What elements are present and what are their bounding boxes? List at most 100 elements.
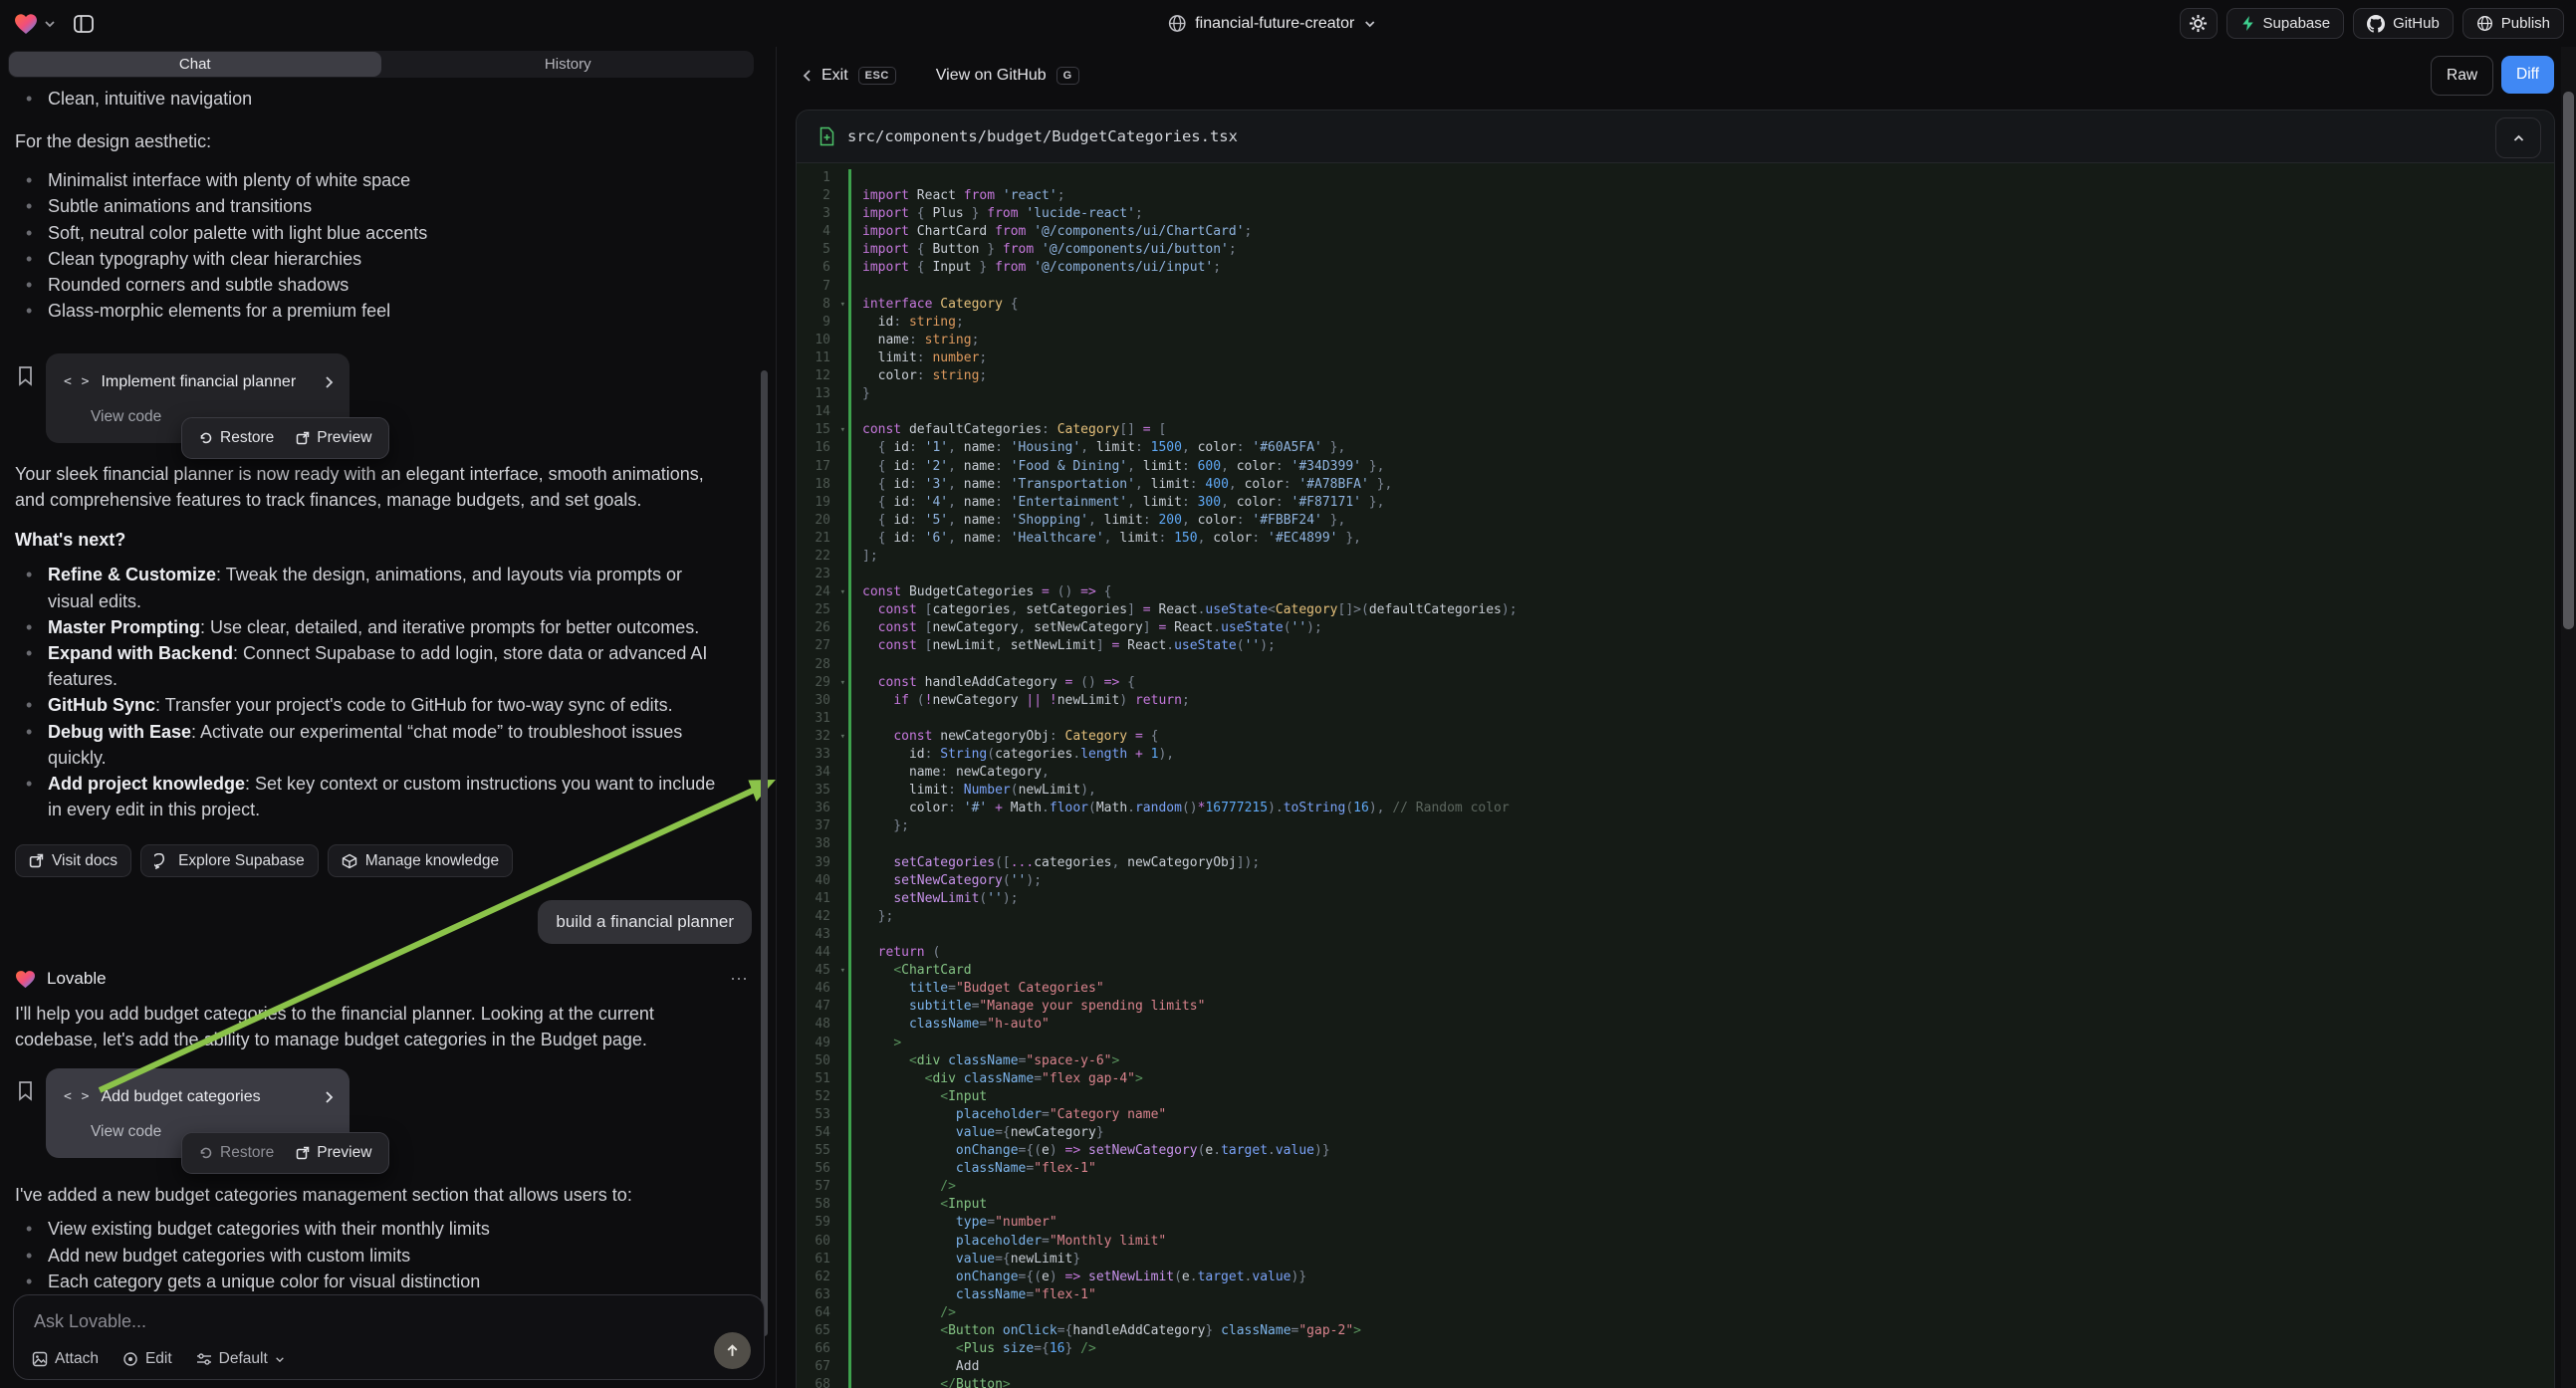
list-item: Refine & Customize: Tweak the design, an… — [15, 562, 724, 613]
restore-preview-popover: Restore Preview — [181, 417, 389, 459]
diff-toggle-button[interactable]: Diff — [2501, 56, 2554, 94]
explore-supabase-label: Explore Supabase — [178, 852, 305, 870]
chat-scroll-area[interactable]: Clean, intuitive navigation For the desi… — [0, 78, 776, 1288]
publish-button[interactable]: Publish — [2462, 8, 2564, 39]
attach-label: Attach — [55, 1350, 99, 1368]
bookmark-icon[interactable] — [17, 365, 34, 386]
github-button[interactable]: GitHub — [2353, 8, 2454, 39]
fold-chevron-icon[interactable]: ▾ — [840, 296, 845, 314]
code-line: 17 { id: '2', name: 'Food & Dining', lim… — [797, 458, 2554, 476]
code-line: 36 color: '#' + Math.floor(Math.random()… — [797, 800, 2554, 817]
code-line: 7 — [797, 278, 2554, 296]
chat-scrollbar[interactable] — [761, 370, 768, 1336]
code-line: 15▾const defaultCategories: Category[] =… — [797, 421, 2554, 439]
composer-input[interactable]: Ask Lovable... — [34, 1311, 146, 1332]
list-item: Each category gets a unique color for vi… — [15, 1269, 752, 1294]
view-on-github-label: View on GitHub — [936, 67, 1047, 85]
code-line: 43 — [797, 926, 2554, 944]
code-line: 16 { id: '1', name: 'Housing', limit: 15… — [797, 439, 2554, 457]
view-on-github-link[interactable]: View on GitHub G — [936, 67, 1079, 85]
manage-knowledge-label: Manage knowledge — [365, 852, 499, 870]
list-item: Add project knowledge: Set key context o… — [15, 771, 724, 822]
window-scrollbar-track — [2561, 47, 2576, 1388]
code-line: 11 limit: number; — [797, 349, 2554, 367]
chevron-down-icon[interactable] — [44, 20, 56, 28]
chat-panel: Chat History Clean, intuitive navigation… — [0, 47, 777, 1388]
restore-button[interactable]: Restore — [199, 425, 274, 451]
esc-key-badge: ESC — [858, 67, 896, 85]
back-chevron-icon[interactable] — [803, 69, 812, 83]
globe-icon — [1167, 14, 1186, 33]
code-line: 10 name: string; — [797, 332, 2554, 349]
window-scrollbar[interactable] — [2563, 92, 2574, 629]
lovable-heart-icon — [15, 970, 36, 989]
mode-selector[interactable]: Default — [196, 1350, 285, 1368]
project-switcher[interactable]: financial-future-creator — [1167, 0, 1375, 47]
chat-bubble-icon — [154, 853, 170, 869]
code-line: 67 Add — [797, 1358, 2554, 1376]
code-line: 3import { Plus } from 'lucide-react'; — [797, 205, 2554, 223]
user-message-bubble: build a financial planner — [538, 900, 752, 944]
target-icon — [122, 1351, 138, 1367]
fold-chevron-icon[interactable]: ▾ — [840, 962, 845, 980]
project-title: financial-future-creator — [1195, 15, 1354, 33]
code-line: 45▾ <ChartCard — [797, 962, 2554, 980]
code-card-title: Implement financial planner — [101, 369, 314, 395]
list-item: Clean, intuitive navigation — [15, 86, 752, 112]
fold-chevron-icon[interactable]: ▾ — [840, 583, 845, 601]
code-line: 1 — [797, 169, 2554, 187]
restore-label: Restore — [220, 1140, 274, 1166]
code-line: 52 <Input — [797, 1088, 2554, 1106]
code-line: 34 name: newCategory, — [797, 764, 2554, 782]
code-line: 32▾ const newCategoryObj: Category = { — [797, 728, 2554, 746]
composer[interactable]: Ask Lovable... Attach Edit Default — [13, 1294, 765, 1380]
file-card: src/components/budget/BudgetCategories.t… — [796, 110, 2555, 1388]
visit-docs-button[interactable]: Visit docs — [15, 844, 131, 877]
toggle-sidebar-icon[interactable] — [72, 12, 96, 36]
supabase-icon — [2240, 15, 2255, 32]
code-line: 47 subtitle="Manage your spending limits… — [797, 998, 2554, 1016]
edit-button[interactable]: Edit — [122, 1350, 172, 1368]
code-line: 54 value={newCategory} — [797, 1124, 2554, 1142]
attach-button[interactable]: Attach — [32, 1350, 99, 1368]
code-line: 65 <Button onClick={handleAddCategory} c… — [797, 1322, 2554, 1340]
send-button[interactable] — [714, 1332, 751, 1369]
restore-button[interactable]: Restore — [199, 1140, 274, 1166]
fold-chevron-icon[interactable]: ▾ — [840, 674, 845, 692]
preview-button[interactable]: Preview — [296, 425, 371, 451]
code-card-2-row: < > Add budget categories View code Rest… — [15, 1068, 752, 1160]
publish-globe-icon — [2476, 15, 2493, 32]
supabase-button[interactable]: Supabase — [2226, 8, 2345, 39]
manage-knowledge-button[interactable]: Manage knowledge — [328, 844, 513, 877]
file-path: src/components/budget/BudgetCategories.t… — [847, 127, 1238, 145]
fold-chevron-icon[interactable]: ▾ — [840, 728, 845, 746]
top-bar: financial-future-creator Supabase — [0, 0, 2576, 47]
code-line: 23 — [797, 566, 2554, 583]
code-line: 27 const [newLimit, setNewLimit] = React… — [797, 637, 2554, 655]
tab-history[interactable]: History — [382, 51, 755, 78]
code-line: 57 /> — [797, 1178, 2554, 1196]
code-line: 35 limit: Number(newLimit), — [797, 782, 2554, 800]
design-heading: For the design aesthetic: — [15, 128, 752, 154]
code-line: 51 <div className="flex gap-4"> — [797, 1070, 2554, 1088]
exit-button[interactable]: Exit — [821, 67, 848, 85]
settings-button[interactable] — [2180, 8, 2218, 39]
more-options-icon[interactable]: ⋯ — [730, 966, 750, 992]
fold-chevron-icon[interactable]: ▾ — [840, 421, 845, 439]
code-line: 29▾ const handleAddCategory = () => { — [797, 674, 2554, 692]
tab-chat[interactable]: Chat — [9, 52, 381, 77]
assistant-paragraph: I've added a new budget categories manag… — [15, 1182, 752, 1208]
explore-supabase-button[interactable]: Explore Supabase — [140, 844, 319, 877]
code-line: 8▾interface Category { — [797, 296, 2554, 314]
lovable-heart-icon[interactable] — [14, 13, 38, 35]
code-line: 9 id: string; — [797, 314, 2554, 332]
chat-history-tabs: Chat History — [8, 51, 754, 78]
quick-actions-row: Visit docs Explore Supabase Manage knowl… — [15, 844, 752, 877]
raw-toggle-button[interactable]: Raw — [2431, 56, 2493, 96]
collapse-file-button[interactable] — [2495, 117, 2541, 158]
arrow-up-icon — [725, 1343, 740, 1358]
bookmark-icon[interactable] — [17, 1080, 34, 1101]
preview-button[interactable]: Preview — [296, 1140, 371, 1166]
code-line: 59 type="number" — [797, 1214, 2554, 1232]
code-line: 6import { Input } from '@/components/ui/… — [797, 259, 2554, 277]
